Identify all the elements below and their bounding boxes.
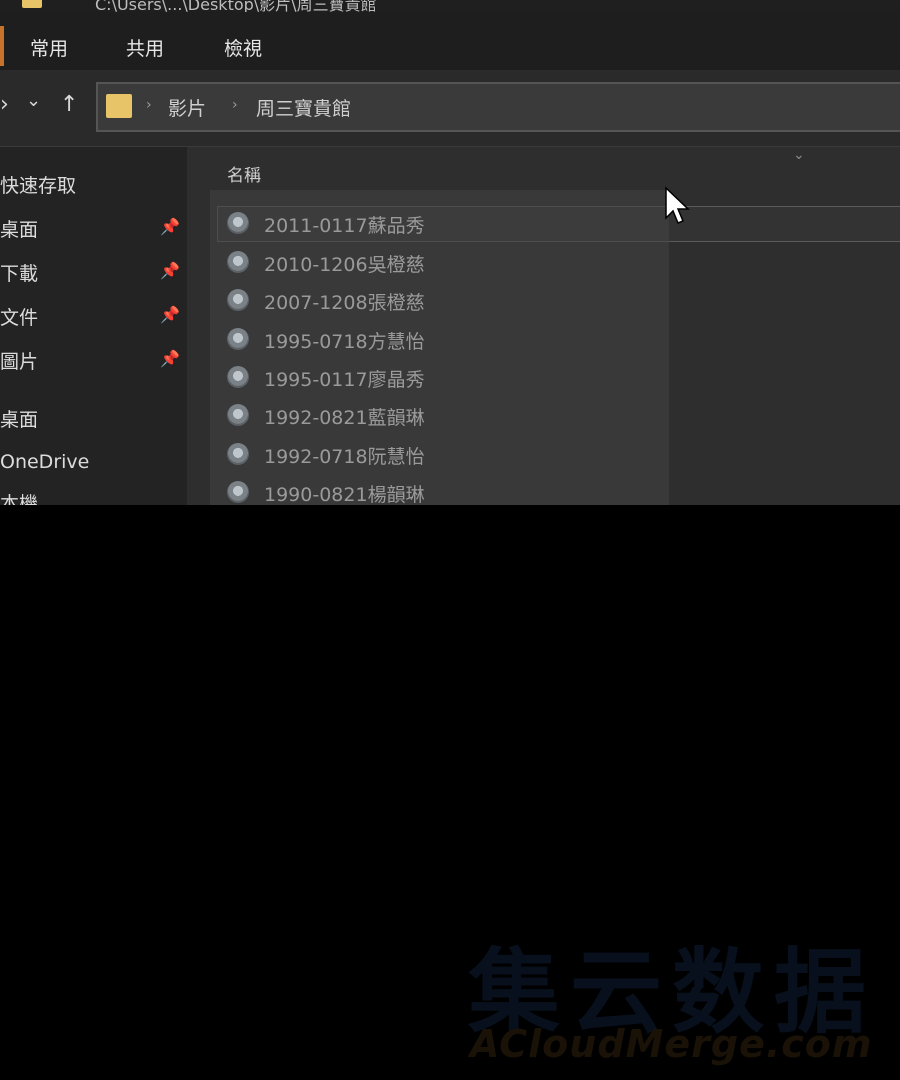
watermark-url: ACloudMerge.com — [470, 1022, 873, 1066]
navigation-pane: 快速存取 桌面 📌 下載 📌 文件 📌 圖片 📌 桌面 OneDrive 本機 — [0, 147, 187, 505]
screen: C:\Users\...\Desktop\影片\周三寶貴館 常用 共用 檢視 ›… — [0, 0, 900, 1080]
file-tab-accent[interactable] — [0, 26, 4, 66]
up-arrow-icon[interactable]: ↑ — [60, 92, 78, 117]
breadcrumb-current-folder[interactable]: 周三寶貴館 — [256, 94, 351, 121]
file-name: 2010-1206吳橙慈 — [264, 254, 425, 276]
folder-icon — [22, 0, 42, 8]
ribbon-tabs: 常用 共用 檢視 — [0, 12, 900, 70]
video-file-icon — [227, 481, 249, 503]
sidebar-item-pictures[interactable]: 圖片 — [0, 347, 38, 374]
breadcrumb-separator-icon[interactable]: › — [146, 97, 152, 113]
sidebar-item-desktop-2[interactable]: 桌面 — [0, 405, 38, 432]
address-bar[interactable]: › 影片 › 周三寶貴館 — [96, 82, 900, 132]
file-name: 1992-0821藍韻琳 — [264, 407, 425, 429]
pin-icon: 📌 — [160, 217, 180, 236]
navigation-bar: › ⌄ ↑ › 影片 › 周三寶貴館 — [0, 70, 900, 147]
file-item[interactable]: 2011-0117蘇品秀 — [227, 205, 647, 241]
file-name: 2011-0117蘇品秀 — [264, 215, 425, 237]
breadcrumb-videos[interactable]: 影片 — [168, 94, 206, 121]
mouse-cursor-icon — [665, 186, 690, 224]
file-item[interactable]: 2010-1206吳橙慈 — [227, 244, 647, 280]
video-file-icon — [227, 328, 249, 350]
folder-icon — [106, 94, 132, 118]
video-file-icon — [227, 212, 249, 234]
file-item[interactable]: 1992-0718阮慧怡 — [227, 436, 647, 472]
file-name: 2007-1208張橙慈 — [264, 292, 425, 314]
tab-share[interactable]: 共用 — [126, 34, 164, 61]
file-name: 1995-0718方慧怡 — [264, 331, 425, 353]
pin-icon: 📌 — [160, 261, 180, 280]
video-file-icon — [227, 289, 249, 311]
recent-locations-chevron-icon[interactable]: ⌄ — [26, 90, 41, 111]
pin-icon: 📌 — [160, 305, 180, 324]
column-header-name[interactable]: 名稱 — [227, 161, 261, 186]
sidebar-item-this-pc[interactable]: 本機 — [0, 489, 38, 505]
sidebar-item-downloads[interactable]: 下載 — [0, 259, 38, 286]
title-bar: C:\Users\...\Desktop\影片\周三寶貴館 — [0, 0, 900, 12]
file-name: 1992-0718阮慧怡 — [264, 446, 425, 468]
sidebar-item-quick-access[interactable]: 快速存取 — [0, 171, 76, 198]
file-explorer-window: C:\Users\...\Desktop\影片\周三寶貴館 常用 共用 檢視 ›… — [0, 0, 900, 505]
forward-arrow-icon[interactable]: › — [0, 92, 9, 117]
file-item[interactable]: 1995-0718方慧怡 — [227, 321, 647, 357]
file-item[interactable]: 1990-0821楊韻琳 — [227, 474, 647, 505]
file-name: 1990-0821楊韻琳 — [264, 484, 425, 505]
video-file-icon — [227, 366, 249, 388]
file-item[interactable]: 2007-1208張橙慈 — [227, 282, 647, 318]
tab-home[interactable]: 常用 — [30, 34, 68, 61]
tab-view[interactable]: 檢視 — [224, 34, 262, 61]
pin-icon: 📌 — [160, 349, 180, 368]
video-file-icon — [227, 404, 249, 426]
sidebar-item-documents[interactable]: 文件 — [0, 303, 38, 330]
file-list-pane: 名稱 ⌄ 2011-0117蘇品秀 2010-1206吳橙慈 2007-1208… — [187, 147, 900, 505]
file-item[interactable]: 1992-0821藍韻琳 — [227, 397, 647, 433]
window-title: C:\Users\...\Desktop\影片\周三寶貴館 — [95, 0, 377, 12]
sidebar-item-onedrive[interactable]: OneDrive — [0, 451, 89, 473]
sidebar-item-desktop[interactable]: 桌面 — [0, 215, 38, 242]
file-item[interactable]: 1995-0117廖晶秀 — [227, 359, 647, 395]
video-file-icon — [227, 443, 249, 465]
sort-chevron-icon[interactable]: ⌄ — [793, 147, 805, 163]
breadcrumb-separator-icon[interactable]: › — [232, 97, 238, 113]
video-file-icon — [227, 251, 249, 273]
file-name: 1995-0117廖晶秀 — [264, 369, 425, 391]
